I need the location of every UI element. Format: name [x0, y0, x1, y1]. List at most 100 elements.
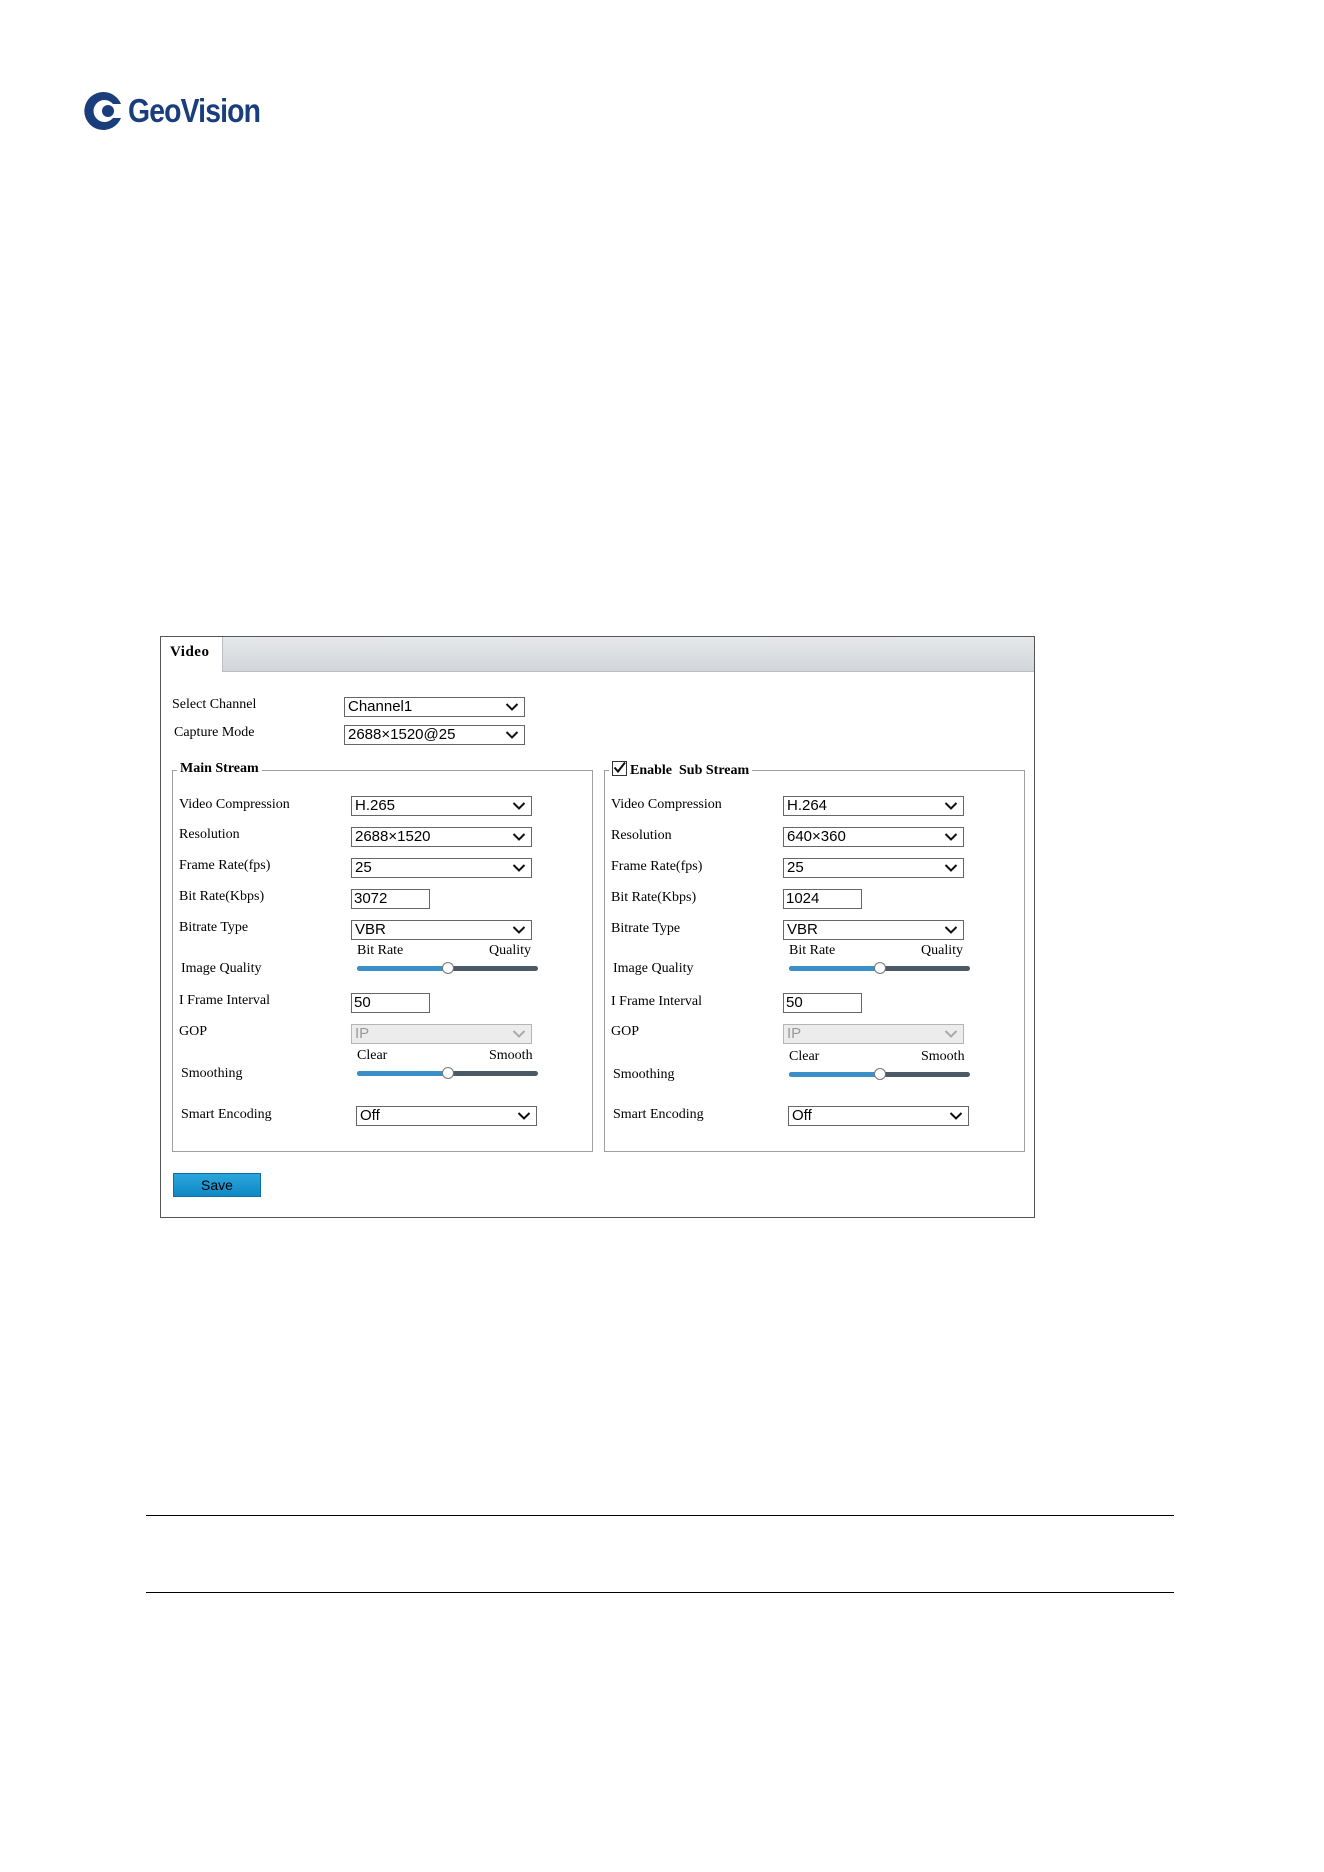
image-quality-label: Image Quality [181, 961, 262, 976]
main-video-compression-dropdown[interactable]: H.265 [351, 796, 532, 816]
chevron-down-icon [944, 926, 958, 934]
chevron-down-icon [944, 864, 958, 872]
chevron-down-icon [512, 833, 526, 841]
sub-gop-dropdown: IP [783, 1024, 964, 1044]
bit-rate-label: Bit Rate(Kbps) [611, 890, 697, 905]
enable-sub-stream-checkbox[interactable] [612, 761, 627, 776]
main-stream-legend: Main Stream [177, 761, 262, 777]
panel-header [161, 637, 1034, 672]
checkmark-icon [613, 761, 626, 774]
main-smoothing-slider[interactable] [357, 1067, 538, 1079]
smoothing-label: Smoothing [181, 1066, 243, 1081]
bit-rate-label: Bit Rate(Kbps) [179, 889, 265, 904]
smart-encoding-label: Smart Encoding [181, 1107, 272, 1122]
slider-fill [357, 1071, 448, 1076]
sub-video-compression-value: H.264 [787, 797, 828, 814]
slider-handle[interactable] [441, 962, 454, 974]
video-settings-panel: Video Select Channel Channel1 Capture Mo… [160, 636, 1035, 1218]
chevron-down-icon [512, 926, 526, 934]
main-video-compression-value: H.265 [355, 797, 396, 814]
main-resolution-dropdown[interactable]: 2688×1520 [351, 827, 532, 847]
sub-frame-rate-value: 25 [787, 859, 804, 876]
select-channel-dropdown[interactable]: Channel1 [344, 697, 525, 717]
slider-handle[interactable] [873, 1068, 886, 1080]
image-quality-right-caption: Quality [489, 943, 531, 958]
sub-smart-encoding-dropdown[interactable]: Off [788, 1106, 969, 1126]
divider-top [146, 1515, 1174, 1516]
smoothing-left-caption: Clear [357, 1048, 388, 1063]
iframe-interval-label: I Frame Interval [611, 994, 702, 1009]
brand-name: GeoVision [128, 92, 261, 129]
chevron-down-icon [944, 802, 958, 810]
video-compression-label: Video Compression [611, 797, 722, 812]
chevron-down-icon [512, 1030, 526, 1038]
geovision-logo: GeoVision [80, 86, 282, 136]
sub-stream-group: Enable Sub Stream Video Compression H.26… [604, 761, 1025, 1152]
resolution-label: Resolution [611, 828, 672, 843]
slider-handle[interactable] [873, 962, 886, 974]
sub-smart-encoding-value: Off [792, 1107, 812, 1124]
bitrate-type-label: Bitrate Type [611, 921, 681, 936]
main-gop-dropdown: IP [351, 1024, 532, 1044]
image-quality-label: Image Quality [613, 961, 694, 976]
main-bitrate-type-value: VBR [355, 921, 386, 938]
chevron-down-icon [505, 731, 519, 739]
sub-bit-rate-input[interactable]: 1024 [783, 889, 862, 909]
sub-bitrate-type-dropdown[interactable]: VBR [783, 920, 964, 940]
gop-label: GOP [179, 1024, 208, 1039]
main-image-quality-slider[interactable] [357, 962, 538, 974]
gop-label: GOP [611, 1024, 640, 1039]
main-bitrate-type-dropdown[interactable]: VBR [351, 920, 532, 940]
main-frame-rate-dropdown[interactable]: 25 [351, 858, 532, 878]
geovision-logo-icon [84, 91, 121, 130]
iframe-interval-label: I Frame Interval [179, 993, 270, 1008]
image-quality-right-caption: Quality [921, 943, 963, 958]
slider-fill [789, 1072, 880, 1077]
chevron-down-icon [517, 1112, 531, 1120]
chevron-down-icon [505, 703, 519, 711]
capture-mode-dropdown[interactable]: 2688×1520@25 [344, 725, 525, 745]
sub-iframe-interval-input[interactable]: 50 [783, 993, 862, 1013]
save-button[interactable]: Save [173, 1173, 261, 1197]
sub-resolution-dropdown[interactable]: 640×360 [783, 827, 964, 847]
sub-frame-rate-dropdown[interactable]: 25 [783, 858, 964, 878]
sub-video-compression-dropdown[interactable]: H.264 [783, 796, 964, 816]
main-smart-encoding-dropdown[interactable]: Off [356, 1106, 537, 1126]
image-quality-left-caption: Bit Rate [357, 943, 404, 958]
capture-mode-label: Capture Mode [174, 725, 255, 740]
main-gop-value: IP [355, 1025, 370, 1042]
tab-video[interactable]: Video [161, 637, 223, 672]
main-bit-rate-input[interactable]: 3072 [351, 889, 430, 909]
main-smart-encoding-value: Off [360, 1107, 380, 1124]
image-quality-left-caption: Bit Rate [789, 943, 836, 958]
main-frame-rate-value: 25 [355, 859, 372, 876]
chevron-down-icon [512, 802, 526, 810]
slider-fill [357, 966, 448, 971]
chevron-down-icon [949, 1112, 963, 1120]
sub-bitrate-type-value: VBR [787, 921, 818, 938]
smoothing-label: Smoothing [613, 1067, 675, 1082]
sub-image-quality-slider[interactable] [789, 962, 970, 974]
smoothing-right-caption: Smooth [489, 1048, 533, 1063]
slider-fill [789, 966, 880, 971]
main-iframe-interval-input[interactable]: 50 [351, 993, 430, 1013]
bitrate-type-label: Bitrate Type [179, 920, 249, 935]
smart-encoding-label: Smart Encoding [613, 1107, 704, 1122]
chevron-down-icon [944, 1030, 958, 1038]
chevron-down-icon [944, 833, 958, 841]
sub-smoothing-slider[interactable] [789, 1068, 970, 1080]
smoothing-left-caption: Clear [789, 1049, 820, 1064]
select-channel-label: Select Channel [172, 697, 257, 712]
enable-sub-stream-label: Enable Sub Stream [630, 763, 750, 778]
main-resolution-value: 2688×1520 [355, 828, 431, 845]
select-channel-value: Channel1 [348, 698, 413, 715]
slider-handle[interactable] [441, 1067, 454, 1079]
sub-gop-value: IP [787, 1025, 802, 1042]
divider-bottom [146, 1592, 1174, 1593]
frame-rate-label: Frame Rate(fps) [611, 859, 703, 874]
resolution-label: Resolution [179, 827, 240, 842]
main-stream-group: Main Stream Video Compression H.265 Reso… [172, 761, 593, 1152]
chevron-down-icon [512, 864, 526, 872]
capture-mode-value: 2688×1520@25 [348, 726, 456, 743]
sub-stream-legend: Enable Sub Stream [609, 761, 753, 779]
